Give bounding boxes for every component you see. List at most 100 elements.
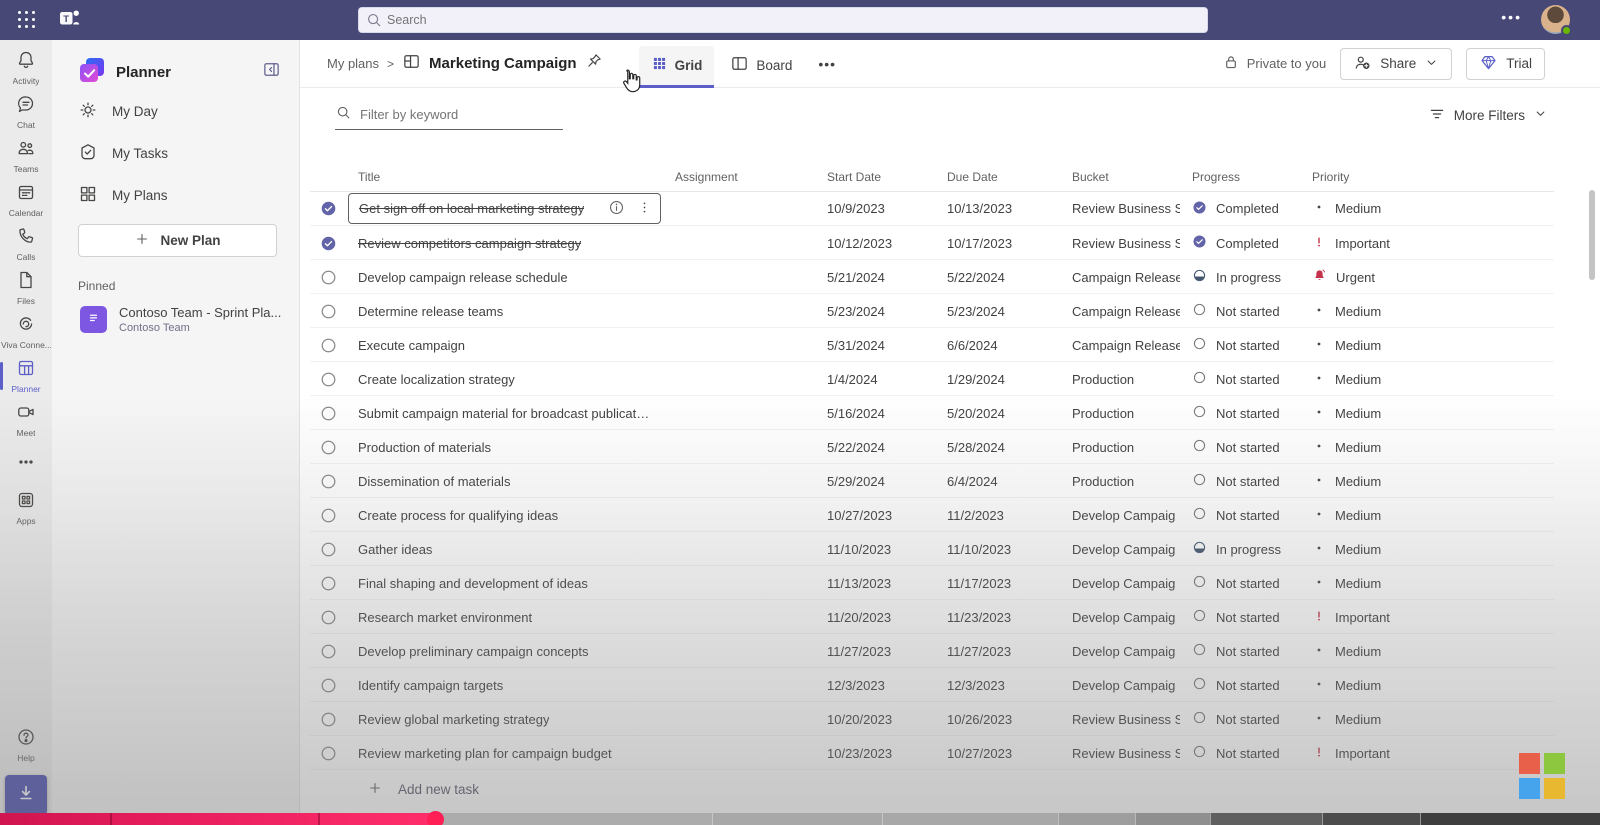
task-row[interactable]: Create localization strategy1/4/20241/29… (310, 362, 1554, 396)
task-start-date[interactable]: 10/27/2023 (815, 508, 935, 523)
task-checkbox[interactable] (310, 541, 346, 558)
task-progress[interactable]: Not started (1180, 710, 1300, 728)
task-progress[interactable]: Not started (1180, 404, 1300, 422)
task-title[interactable]: Create localization strategy (346, 362, 663, 396)
new-plan-button[interactable]: New Plan (78, 224, 277, 257)
keyword-filter[interactable] (335, 100, 563, 130)
sidebar-item-my-plans[interactable]: My Plans (52, 174, 299, 216)
info-icon[interactable] (608, 199, 625, 219)
task-progress[interactable]: Not started (1180, 506, 1300, 524)
task-priority[interactable]: Medium (1300, 541, 1554, 558)
task-checkbox[interactable] (310, 371, 346, 388)
task-start-date[interactable]: 11/13/2023 (815, 576, 935, 591)
task-progress[interactable]: In progress (1180, 268, 1300, 286)
task-bucket[interactable]: Develop Campaig (1060, 508, 1180, 523)
task-bucket[interactable]: Campaign Release (1060, 270, 1180, 285)
task-due-date[interactable]: 5/28/2024 (935, 440, 1060, 455)
column-header-progress[interactable]: Progress (1180, 170, 1300, 184)
task-start-date[interactable]: 1/4/2024 (815, 372, 935, 387)
task-row[interactable]: Gather ideas11/10/202311/10/2023Develop … (310, 532, 1554, 566)
topbar-more-button[interactable]: ••• (1501, 9, 1522, 25)
task-title[interactable]: Production of materials (346, 430, 663, 464)
sidebar-item-files[interactable]: Files (0, 266, 52, 310)
task-title[interactable]: Research market environment (346, 600, 663, 634)
task-bucket[interactable]: Develop Campaig (1060, 542, 1180, 557)
task-due-date[interactable]: 6/6/2024 (935, 338, 1060, 353)
search-bar[interactable] (358, 7, 1208, 33)
task-start-date[interactable]: 10/9/2023 (815, 201, 935, 216)
task-bucket[interactable]: Develop Campaig (1060, 678, 1180, 693)
task-priority[interactable]: Medium (1300, 405, 1554, 422)
task-priority[interactable]: Important (1300, 609, 1554, 626)
sidebar-item-my-day[interactable]: My Day (52, 90, 299, 132)
task-row[interactable]: Get sign off on local marketing strategy… (310, 192, 1554, 226)
task-bucket[interactable]: Production (1060, 372, 1180, 387)
task-progress[interactable]: Not started (1180, 438, 1300, 456)
task-start-date[interactable]: 10/12/2023 (815, 236, 935, 251)
task-row[interactable]: Review competitors campaign strategy10/1… (310, 226, 1554, 260)
task-title[interactable]: Get sign off on local marketing strategy (348, 193, 661, 224)
more-views-button[interactable]: ••• (808, 56, 846, 72)
task-due-date[interactable]: 6/4/2024 (935, 474, 1060, 489)
task-bucket[interactable]: Review Business S (1060, 712, 1180, 727)
app-launcher-icon[interactable] (14, 7, 40, 33)
task-title[interactable]: Identify campaign targets (346, 668, 663, 702)
task-start-date[interactable]: 10/23/2023 (815, 746, 935, 761)
search-input[interactable] (358, 7, 1208, 33)
sidebar-item-planner[interactable]: Planner (0, 354, 52, 398)
task-start-date[interactable]: 5/22/2024 (815, 440, 935, 455)
task-priority[interactable]: Medium (1300, 473, 1554, 490)
task-due-date[interactable]: 5/22/2024 (935, 270, 1060, 285)
task-priority[interactable]: Medium (1300, 439, 1554, 456)
task-checkbox[interactable] (310, 405, 346, 422)
task-priority[interactable]: Medium (1300, 200, 1554, 217)
tab-board[interactable]: Board (718, 46, 804, 88)
task-progress[interactable]: Not started (1180, 302, 1300, 320)
task-priority[interactable]: Important (1300, 235, 1554, 252)
task-row[interactable]: Create process for qualifying ideas10/27… (310, 498, 1554, 532)
task-bucket[interactable]: Production (1060, 440, 1180, 455)
pin-icon[interactable] (585, 52, 603, 75)
task-due-date[interactable]: 5/23/2024 (935, 304, 1060, 319)
task-bucket[interactable]: Campaign Release (1060, 304, 1180, 319)
video-playhead[interactable] (427, 811, 444, 825)
column-header-bucket[interactable]: Bucket (1060, 170, 1180, 184)
task-checkbox[interactable] (310, 643, 346, 660)
sidebar-item-apps[interactable]: Apps (0, 486, 52, 530)
task-bucket[interactable]: Develop Campaig (1060, 576, 1180, 591)
task-row[interactable]: Production of materials 5/22/20245/28/202… (310, 430, 1554, 464)
task-checkbox[interactable] (310, 269, 346, 286)
download-desktop-button[interactable] (5, 775, 47, 815)
sidebar-item-chat[interactable]: Chat (0, 90, 52, 134)
task-start-date[interactable]: 11/20/2023 (815, 610, 935, 625)
breadcrumb[interactable]: My plans (327, 56, 379, 71)
task-progress[interactable]: Completed (1180, 200, 1300, 218)
task-priority[interactable]: Important (1300, 745, 1554, 762)
sidebar-item-more[interactable] (0, 442, 52, 486)
task-start-date[interactable]: 5/23/2024 (815, 304, 935, 319)
task-checkbox[interactable] (310, 200, 346, 217)
task-progress[interactable]: Not started (1180, 642, 1300, 660)
task-start-date[interactable]: 5/16/2024 (815, 406, 935, 421)
task-due-date[interactable]: 10/17/2023 (935, 236, 1060, 251)
task-due-date[interactable]: 10/26/2023 (935, 712, 1060, 727)
task-bucket[interactable]: Develop Campaig (1060, 610, 1180, 625)
tab-grid[interactable]: Grid (639, 46, 715, 88)
task-due-date[interactable]: 11/23/2023 (935, 610, 1060, 625)
task-due-date[interactable]: 11/2/2023 (935, 508, 1060, 523)
task-due-date[interactable]: 11/27/2023 (935, 644, 1060, 659)
task-checkbox[interactable] (310, 303, 346, 320)
row-menu-icon[interactable] (637, 200, 652, 218)
task-row[interactable]: Research market environment 11/20/202311/… (310, 600, 1554, 634)
column-header-priority[interactable]: Priority (1300, 170, 1554, 184)
task-bucket[interactable]: Develop Campaig (1060, 644, 1180, 659)
task-start-date[interactable]: 12/3/2023 (815, 678, 935, 693)
sidebar-item-activity[interactable]: Activity (0, 46, 52, 90)
avatar[interactable] (1541, 5, 1570, 34)
task-bucket[interactable]: Review Business S (1060, 201, 1180, 216)
sidebar-item-help[interactable]: Help (0, 723, 52, 767)
task-priority[interactable]: Medium (1300, 371, 1554, 388)
task-title[interactable]: Execute campaign (346, 328, 663, 362)
column-header-start-date[interactable]: Start Date (815, 170, 935, 184)
task-checkbox[interactable] (310, 507, 346, 524)
